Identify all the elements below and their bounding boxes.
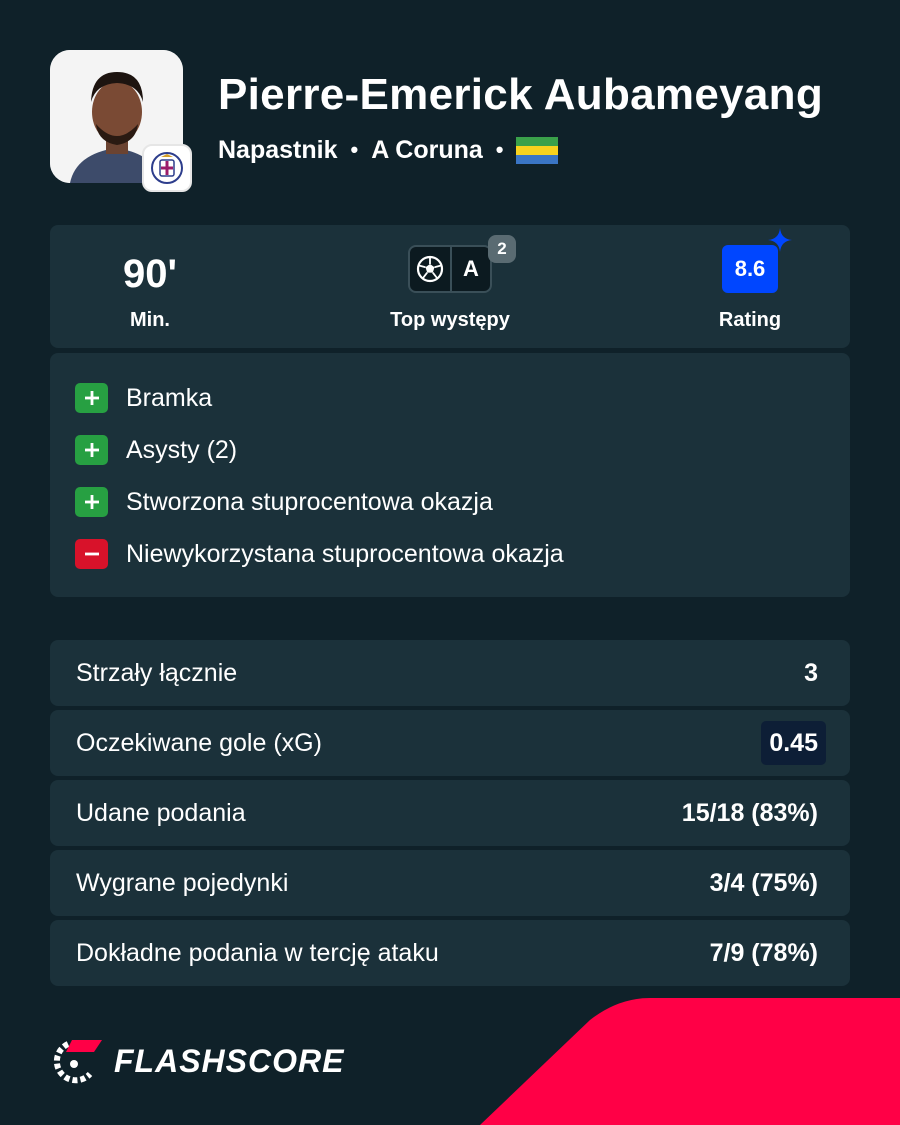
event-text: Niewykorzystana stuprocentowa okazja xyxy=(126,539,564,568)
top-performance-block: A 2 Top występy xyxy=(374,225,526,348)
summary-card: 90' Min. A 2 Top występy 8.6 Rating xyxy=(50,225,850,348)
rating-badge: 8.6 xyxy=(722,245,778,293)
flag-stripe xyxy=(516,154,559,164)
rating-label: Rating xyxy=(718,309,782,331)
plus-icon xyxy=(75,487,108,517)
player-header: Pierre-Emerick Aubameyang Napastnik • A … xyxy=(50,50,850,195)
assist-letter: A xyxy=(450,247,490,291)
stat-name: Wygrane pojedynki xyxy=(76,869,289,897)
stat-value-xg: 0.45 xyxy=(761,721,826,765)
event-item: Stworzona stuprocentowa okazja xyxy=(75,486,493,518)
brand-name: FLASHSCORE xyxy=(114,1042,345,1079)
stat-row: Oczekiwane gole (xG) 0.45 xyxy=(50,710,850,776)
stat-name: Dokładne podania w tercję ataku xyxy=(76,939,439,967)
stat-row: Strzały łącznie 3 xyxy=(50,640,850,706)
separator-dot: • xyxy=(495,137,504,162)
event-text: Stworzona stuprocentowa okazja xyxy=(126,487,493,516)
event-item: Bramka xyxy=(75,382,212,414)
stat-value: 3/4 (75%) xyxy=(709,869,818,897)
sparkle-star-icon xyxy=(768,228,792,252)
stat-value: 7/9 (78%) xyxy=(709,939,818,967)
player-club: A Coruna xyxy=(371,135,483,164)
plus-icon xyxy=(75,383,108,413)
event-item: Asysty (2) xyxy=(75,434,237,466)
top-count-badge: 2 xyxy=(488,235,516,263)
stat-name: Udane podania xyxy=(76,799,246,827)
stat-row: Wygrane pojedynki 3/4 (75%) xyxy=(50,850,850,916)
event-text: Asysty (2) xyxy=(126,435,238,464)
gabon-flag-icon xyxy=(516,136,559,164)
player-meta: Napastnik • A Coruna • xyxy=(218,134,559,166)
flashscore-logo-icon xyxy=(53,1040,102,1084)
stat-name: Strzały łącznie xyxy=(76,659,238,687)
player-name: Pierre-Emerick Aubameyang xyxy=(218,70,824,119)
minus-icon xyxy=(75,539,108,569)
player-position: Napastnik xyxy=(218,135,338,164)
rating-block: 8.6 Rating xyxy=(700,225,800,348)
top-performance-badge: A xyxy=(408,245,492,293)
minutes-value: 90' xyxy=(122,252,177,296)
event-item: Niewykorzystana stuprocentowa okazja xyxy=(75,538,564,570)
stat-row: Udane podania 15/18 (83%) xyxy=(50,780,850,846)
flag-stripe xyxy=(516,136,559,146)
stat-name: Oczekiwane gole (xG) xyxy=(76,729,322,757)
stat-value: 3 xyxy=(804,659,818,687)
stat-value: 15/18 (83%) xyxy=(681,799,818,827)
events-card: Bramka Asysty (2) Stworzona stuprocentow… xyxy=(50,353,850,597)
minutes-label: Min. xyxy=(130,309,170,331)
separator-dot: • xyxy=(350,137,359,162)
event-text: Bramka xyxy=(126,383,213,412)
flashscore-logo: FLASHSCORE xyxy=(50,1038,344,1084)
top-performance-label: Top występy xyxy=(390,309,510,331)
stat-row: Dokładne podania w tercję ataku 7/9 (78%… xyxy=(50,920,850,986)
flag-stripe xyxy=(516,145,559,155)
plus-icon xyxy=(75,435,108,465)
minutes-block: 90' Min. xyxy=(100,225,200,348)
football-icon xyxy=(410,247,450,291)
club-crest-icon xyxy=(142,144,192,192)
